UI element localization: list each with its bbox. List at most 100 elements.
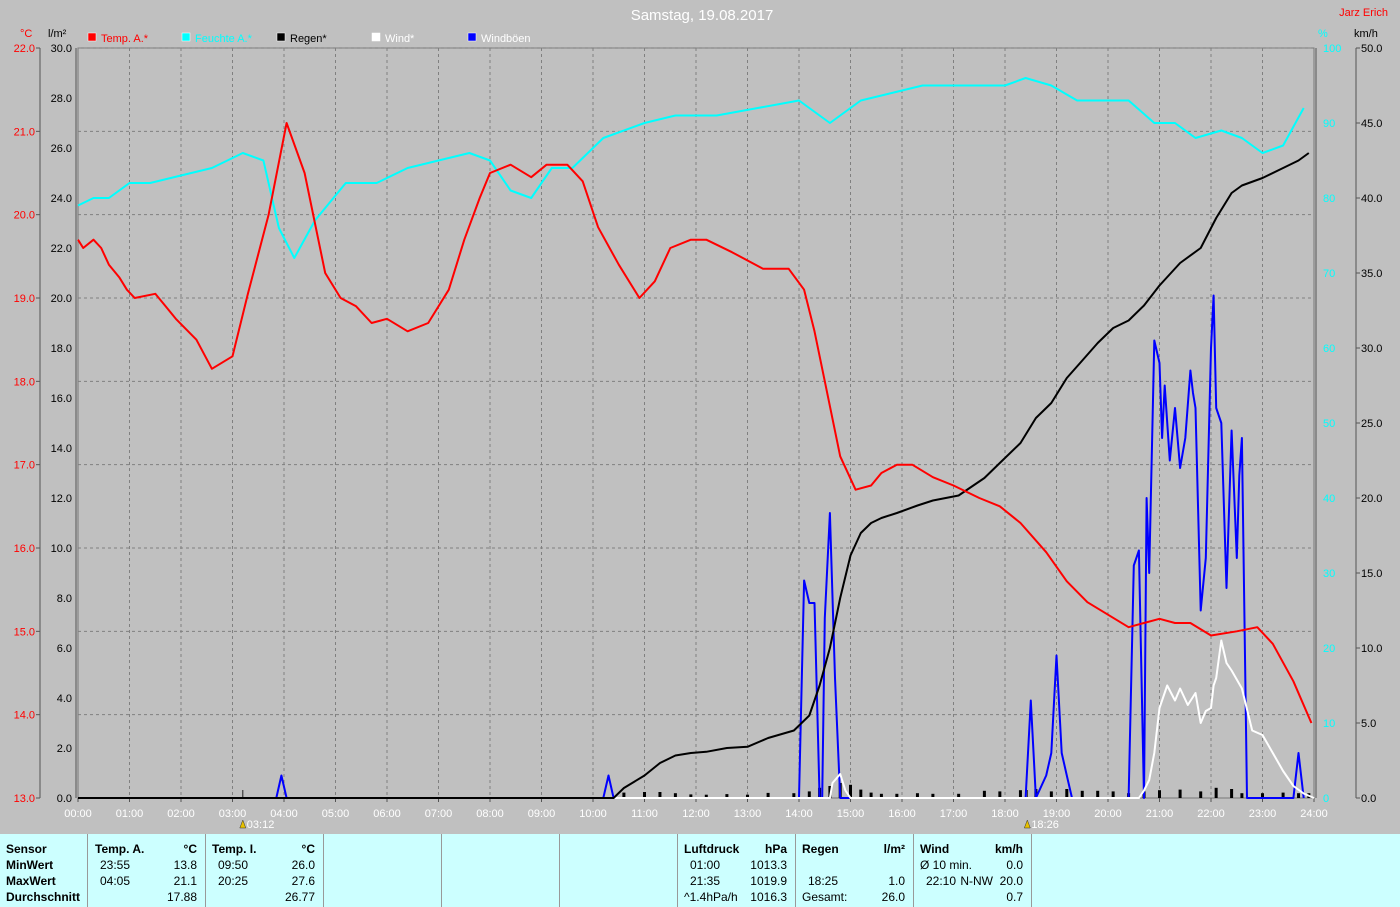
x-tick-label: 00:00 [64, 808, 92, 820]
x-tick-label: 14:00 [785, 808, 813, 820]
x-tick-label: 13:00 [734, 808, 762, 820]
wind-tick-label: 0.0 [1361, 793, 1376, 805]
temp-i-unit: °C [301, 842, 315, 856]
rain-bar [1199, 791, 1203, 798]
wind-max-value: 20.0 [999, 874, 1023, 888]
x-tick-label: 16:00 [888, 808, 916, 820]
pressure-title: Luftdruck [684, 842, 740, 856]
temp-i-min-time: 09:50 [218, 858, 249, 872]
wind-tick-label: 40.0 [1361, 193, 1382, 205]
x-tick-label: 17:00 [940, 808, 968, 820]
temp-a-max-value: 21.1 [173, 874, 197, 888]
x-tick-label: 02:00 [167, 808, 195, 820]
legend-item: Wind* [371, 32, 415, 45]
legend-item: Windböen [467, 32, 531, 45]
rain-bar [1178, 789, 1182, 798]
stats-panel: Sensor MinWert MaxWert Durchschnitt Temp… [0, 834, 1400, 907]
legend-swatch [87, 32, 97, 42]
x-tick-label: 03:00 [219, 808, 247, 820]
stats-empty-column-1 [324, 834, 442, 907]
x-tick-label: 05:00 [322, 808, 350, 820]
stats-temp-a-column: Temp. A. °C 23:55 13.8 04:05 21.1 17.88 [88, 834, 206, 907]
stats-temp-i-column: Temp. I. °C 09:50 26.0 20:25 27.6 26.77 [206, 834, 324, 907]
stats-wind-column: Wind km/h Ø 10 min. 0.0 22:10 N-NW 20.0 … [914, 834, 1032, 907]
rain-tick-label: 12.0 [51, 493, 72, 505]
humidity-tick-label: 50 [1323, 418, 1335, 430]
x-tick-label: 15:00 [837, 808, 865, 820]
x-tick-label: 20:00 [1094, 808, 1122, 820]
row-label-avg: Durchschnitt [6, 890, 81, 904]
legend-label: Regen* [290, 33, 327, 45]
pressure-unit: hPa [764, 842, 787, 856]
wind-tick-label: 50.0 [1361, 43, 1382, 55]
row-label-min: MinWert [6, 858, 54, 872]
humidity-tick-label: 60 [1323, 343, 1335, 355]
rain-axis-unit: l/m² [48, 28, 67, 40]
legend-item: Feuchte A.* [181, 32, 253, 45]
temp-a-unit: °C [183, 842, 197, 856]
rain-bar [1158, 790, 1161, 798]
x-tick-label: 06:00 [373, 808, 401, 820]
rain-tick-label: 22.0 [51, 243, 72, 255]
rain-tick-label: 24.0 [51, 193, 72, 205]
wind-title: Wind [920, 842, 950, 856]
x-tick-label: 04:00 [270, 808, 298, 820]
x-tick-label: 18:00 [991, 808, 1019, 820]
wind-tick-label: 45.0 [1361, 118, 1382, 130]
rain-tick-label: 0.0 [57, 793, 72, 805]
sensor-header: Sensor [6, 842, 47, 856]
wind-unit: km/h [994, 842, 1023, 856]
x-tick-label: 07:00 [425, 808, 453, 820]
humidity-axis-unit: % [1318, 28, 1328, 40]
rain-bar [1096, 790, 1100, 798]
temp-tick-label: 13.0 [14, 793, 35, 805]
temp-i-max-time: 20:25 [218, 874, 249, 888]
wind-tick-label: 5.0 [1361, 718, 1376, 730]
rain-bar [1297, 793, 1301, 798]
pressure-trend: ^1.4hPa/h [684, 890, 738, 904]
rain-tick-label: 10.0 [51, 543, 72, 555]
rain-bar [859, 789, 863, 798]
x-tick-label: 24:00 [1300, 808, 1328, 820]
rain-max-value: 1.0 [888, 874, 905, 888]
rain-tick-label: 26.0 [51, 143, 72, 155]
rain-tick-label: 18.0 [51, 343, 72, 355]
temp-i-title: Temp. I. [212, 842, 257, 856]
legend-swatch [276, 32, 286, 42]
x-tick-label: 11:00 [631, 808, 658, 820]
rain-tick-label: 4.0 [57, 693, 72, 705]
wind-tick-label: 30.0 [1361, 343, 1382, 355]
humidity-tick-label: 0 [1323, 793, 1329, 805]
wind-avg10-label: Ø 10 min. [920, 858, 973, 872]
humidity-tick-label: 10 [1323, 718, 1335, 730]
rain-title: Regen [802, 842, 839, 856]
humidity-tick-label: 40 [1323, 493, 1335, 505]
rain-bar [1065, 789, 1069, 798]
temp-a-min-value: 13.8 [173, 858, 197, 872]
humidity-tick-label: 90 [1323, 118, 1335, 130]
temp-tick-label: 15.0 [14, 626, 35, 638]
rain-tick-label: 28.0 [51, 93, 72, 105]
row-label-max: MaxWert [6, 874, 56, 888]
wind-tick-label: 20.0 [1361, 493, 1382, 505]
temp-i-min-value: 26.0 [291, 858, 315, 872]
legend-item: Regen* [276, 32, 327, 45]
wind-max-direction: N-NW [960, 874, 993, 888]
x-tick-label: 09:00 [528, 808, 556, 820]
rain-tick-label: 16.0 [51, 393, 72, 405]
rain-bar [1018, 790, 1022, 798]
temp-tick-label: 14.0 [14, 710, 35, 722]
sunrise-icon [239, 819, 247, 829]
stats-labels-column: Sensor MinWert MaxWert Durchschnitt [0, 834, 88, 907]
wind-tick-label: 10.0 [1361, 643, 1382, 655]
x-tick-label: 23:00 [1249, 808, 1277, 820]
temp-i-max-value: 27.6 [291, 874, 315, 888]
legend-label: Wind* [385, 33, 415, 45]
pressure-average: 1016.3 [750, 890, 787, 904]
author-label: Jarz Erich [1339, 7, 1388, 19]
humidity-tick-label: 30 [1323, 568, 1335, 580]
weather-chart: 00:00 01:00 02:00 03:00 04:00 05:00 06:00 07:00… [14, 7, 1388, 831]
sunrise-label: 03:12 [247, 819, 275, 831]
x-tick-label: 22:00 [1197, 808, 1225, 820]
legend-label: Feuchte A.* [195, 33, 253, 45]
